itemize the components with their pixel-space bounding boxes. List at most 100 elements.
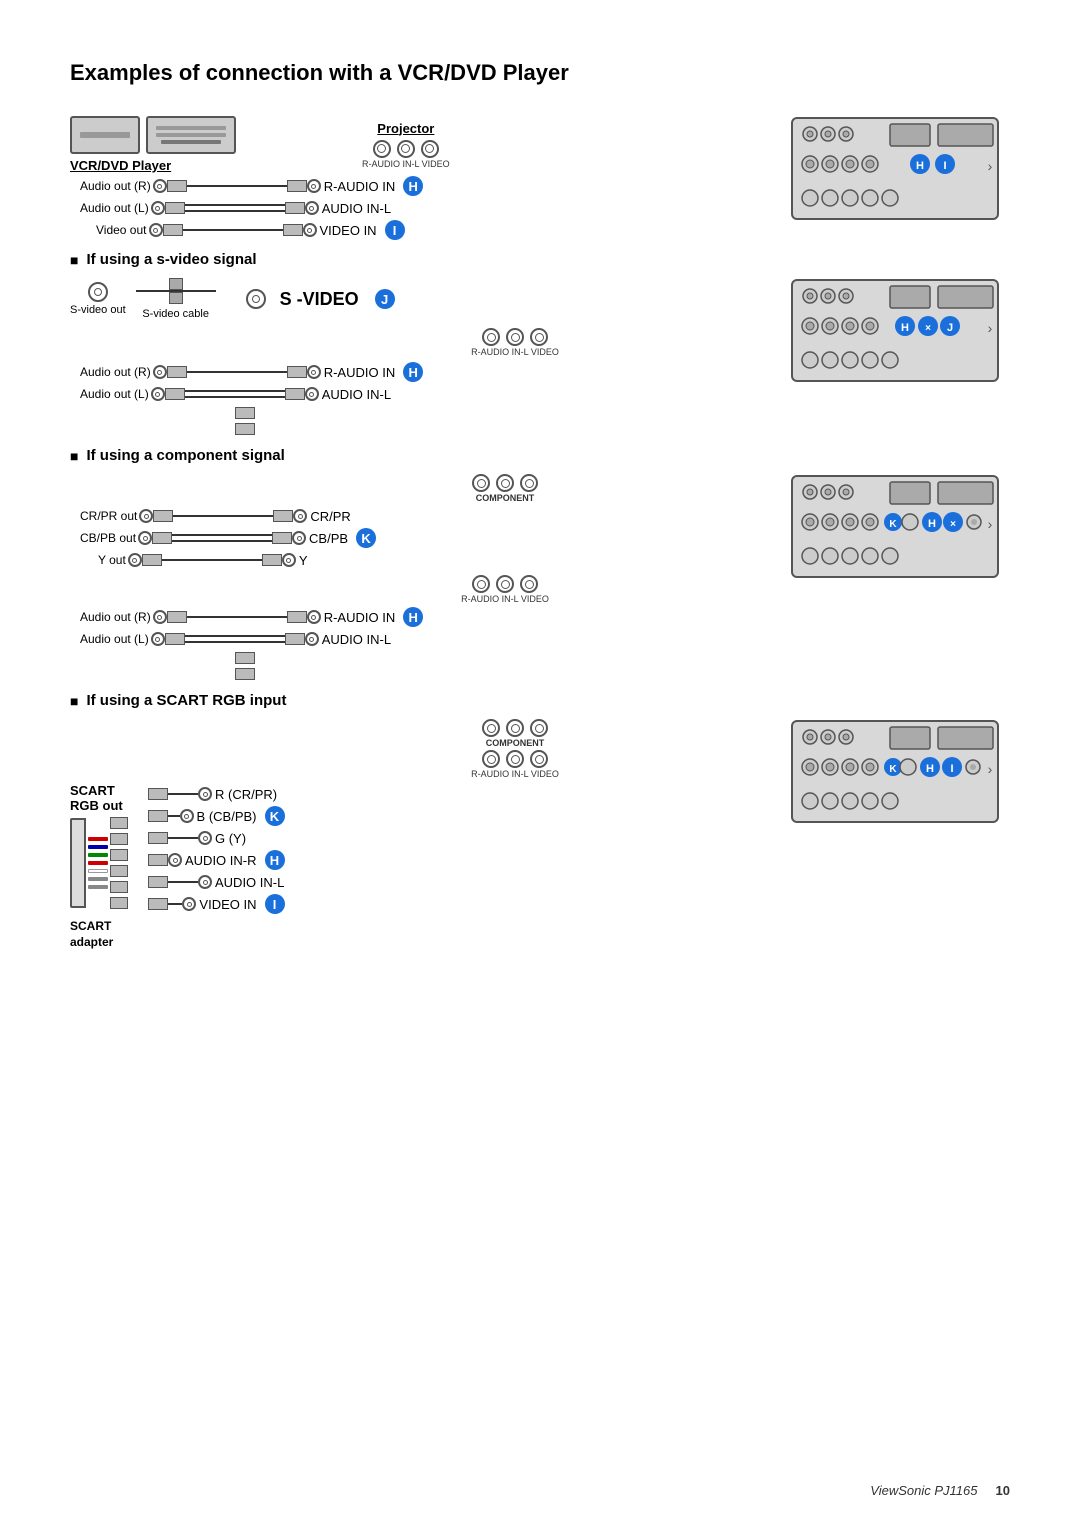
svideo-proj-port [246, 289, 266, 309]
projector-label: Projector [377, 121, 434, 136]
dvd-box [146, 116, 236, 154]
src-audio-r: Audio out (R) [80, 179, 167, 193]
svideo-proj-sym [246, 289, 266, 309]
svideo-audio-conns: Audio out (R) R-AUDIO IN H [80, 363, 760, 435]
device-row: VCR/DVD Player Projector R-AUDIO IN-L VI… [70, 116, 760, 173]
svg-text:H: H [901, 322, 909, 334]
comp-conn-y: Y out Y [80, 551, 760, 569]
scart-rgb-label: SCARTRGB out [70, 783, 123, 813]
svg-text:J: J [947, 322, 953, 334]
svideo-cable-label: S-video cable [142, 308, 209, 320]
projector-top-ports [373, 140, 439, 158]
page-footer: ViewSonic PJ1165 10 [870, 1483, 1010, 1498]
scart-connector-group [70, 817, 128, 909]
scart-device-row: SCARTRGB out [70, 783, 760, 949]
svideo-header: If using a s-video signal [70, 251, 1010, 268]
left-col-component: COMPONENT CR/PR out CR/PR [70, 474, 760, 680]
svg-text:I: I [943, 160, 946, 172]
scart-conn-g: G (Y) [148, 829, 285, 847]
badge-i-scart: I [265, 894, 285, 914]
rca-dst-r [307, 179, 321, 193]
svg-text:×: × [925, 323, 931, 334]
dst-plug-audio-l [285, 202, 305, 214]
dst-video: VIDEO IN [303, 223, 377, 238]
connections-basic: Audio out (R) R-AUDIO IN H Audio out [80, 177, 760, 239]
dst-audio-l: AUDIO IN-L [305, 201, 391, 216]
svg-text:K: K [889, 764, 897, 775]
scart-conn-audio-l: AUDIO IN-L [148, 873, 285, 891]
right-col-svideo: H × J › [790, 278, 1010, 435]
rca-video [149, 223, 163, 237]
page-title: Examples of connection with a VCR/DVD Pl… [70, 60, 1010, 86]
conn-row-audio-l: Audio out (L) AUDIO IN-L [80, 199, 760, 217]
page: Examples of connection with a VCR/DVD Pl… [0, 0, 1080, 1528]
svg-text:H: H [928, 518, 936, 530]
scart-main: COMPONENT R-AUDIO IN-L VIDEO SCARTRGB o [70, 719, 1010, 949]
svideo-proj-ports: R-AUDIO IN-L VIDEO [270, 328, 760, 357]
section-scart: If using a SCART RGB input COMPONENT [70, 692, 1010, 949]
badge-i-1: I [385, 220, 405, 240]
port-r-audio [373, 140, 391, 158]
left-col-basic: VCR/DVD Player Projector R-AUDIO IN-L VI… [70, 116, 760, 239]
badge-k-scart: K [265, 806, 285, 826]
component-label: COMPONENT [476, 493, 535, 503]
svideo-out-port [88, 282, 108, 302]
svg-text:H: H [926, 763, 934, 775]
projector-col: Projector R-AUDIO IN-L VIDEO [362, 121, 450, 169]
src-video: Video out [80, 223, 163, 237]
projector-panel-component: K H × › [790, 474, 1000, 579]
svideo-conn-audio-l: Audio out (L) AUDIO IN-L [80, 385, 760, 403]
svg-text:›: › [988, 320, 993, 336]
svg-text:×: × [950, 519, 956, 530]
vcr-box [70, 116, 140, 154]
scart-wires [88, 837, 108, 889]
brand-name: ViewSonic PJ1165 [870, 1483, 977, 1498]
component-main: COMPONENT CR/PR out CR/PR [70, 474, 1010, 680]
svideo-out-group: S-video out [70, 282, 126, 316]
badge-h-comp: H [403, 607, 423, 627]
comp-audio-r: Audio out (R) R-AUDIO IN H [80, 608, 760, 626]
cable-video [183, 229, 283, 231]
badge-k-comp: K [356, 528, 376, 548]
svg-text:›: › [988, 761, 993, 777]
vcr-dvd-label: VCR/DVD Player [70, 158, 171, 173]
vcr-dvd-device: VCR/DVD Player [70, 116, 236, 173]
badge-j-1: J [375, 289, 395, 309]
src-plug-video [163, 224, 183, 236]
scart-adapter-label: SCART [70, 919, 111, 933]
svideo-cable: S-video cable [132, 278, 220, 320]
rca-dst-l [305, 201, 319, 215]
section-component: If using a component signal COMPONENT [70, 447, 1010, 680]
scart-conn-r: R (CR/PR) [148, 785, 285, 803]
scart-conn-labels: R (CR/PR) B (CB/PB) K [148, 785, 285, 913]
src-audio-l: Audio out (L) [80, 201, 165, 215]
projector-panel-svideo: H × J › [790, 278, 1000, 383]
eq-cable-audio-l [185, 204, 285, 212]
left-col-svideo: S-video out S-video cable [70, 278, 760, 435]
comp-conn-cb: CB/PB out CB/PB K [80, 529, 760, 547]
port-video [421, 140, 439, 158]
dst-plug-audio-r [287, 180, 307, 192]
left-col-scart: COMPONENT R-AUDIO IN-L VIDEO SCARTRGB o [70, 719, 760, 949]
section-basic: VCR/DVD Player Projector R-AUDIO IN-L VI… [70, 116, 1010, 239]
svideo-triple-ports [482, 328, 548, 346]
scart-audio-ports: R-AUDIO IN-L VIDEO [270, 750, 760, 779]
svideo-conn-audio-r: Audio out (R) R-AUDIO IN H [80, 363, 760, 381]
svideo-cable-row: S-video out S-video cable [70, 278, 760, 320]
rca-dst-video [303, 223, 317, 237]
badge-h-2: H [403, 362, 423, 382]
section-svideo: If using a s-video signal S-video out [70, 251, 1010, 435]
projector-panel-scart: K H I › [790, 719, 1000, 824]
scart-device-box [70, 818, 86, 908]
right-col-basic: H I › [790, 116, 1010, 239]
scart-header: If using a SCART RGB input [70, 692, 1010, 709]
comp-conn-cr: CR/PR out CR/PR [80, 507, 760, 525]
page-number: 10 [996, 1483, 1010, 1498]
right-col-component: K H × › [790, 474, 1010, 680]
component-header: If using a component signal [70, 447, 1010, 464]
svideo-main: S-video out S-video cable [70, 278, 1010, 435]
src-plug-audio-r [167, 180, 187, 192]
comp-audio-l: Audio out (L) AUDIO IN-L [80, 630, 760, 648]
scart-comp-ports: COMPONENT [270, 719, 760, 748]
ports-label-1: R-AUDIO IN-L VIDEO [362, 159, 450, 169]
